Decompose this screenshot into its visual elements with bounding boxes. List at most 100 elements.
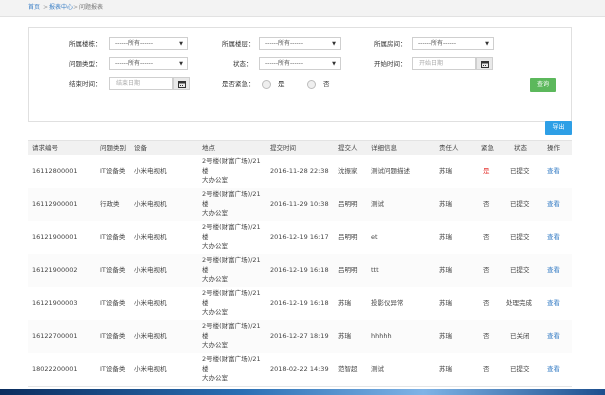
cell-id: 16112800001 (32, 167, 78, 175)
column-header-category: 问题类别 (100, 144, 126, 152)
cell-owner: 苏瑞 (439, 233, 452, 241)
table-row: 16121900001 IT设备类 小米电视机 2号楼(财富广场)/21 楼大办公… (28, 221, 572, 255)
column-header-urgent: 紧急 (481, 144, 494, 152)
table-header: 请求编号 问题类别 设备 地点 提交时间 提交人 详细信息 责任人 紧急 状态 … (28, 140, 572, 156)
export-button[interactable]: 导出 (545, 121, 572, 135)
calendar-icon (481, 61, 489, 68)
chevron-down-icon: ▼ (179, 61, 183, 67)
breadcrumb: 首页 > 报表中心 > 问题报表 (0, 0, 605, 17)
cell-location: 2号楼(财富广场)/21 楼大办公室 (202, 355, 261, 382)
cell-detail: 测试问题描述 (371, 167, 410, 175)
end-date-calendar-button[interactable] (173, 77, 190, 90)
view-link[interactable]: 查看 (547, 200, 560, 208)
start-date-input[interactable]: 开始日期 (412, 57, 476, 70)
cell-time: 2016-12-19 16:18 (270, 266, 329, 274)
cell-category: IT设备类 (100, 233, 126, 241)
urgent-no-radio[interactable] (307, 80, 316, 89)
cell-detail: et (371, 233, 378, 241)
cell-submitter: 苏瑞 (338, 299, 351, 307)
cell-category: IT设备类 (100, 332, 126, 340)
building-select-value: ------所有------ (115, 40, 153, 47)
view-link[interactable]: 查看 (547, 266, 560, 274)
column-header-detail: 详细信息 (371, 144, 397, 152)
breadcrumb-current: 问题报表 (79, 4, 104, 11)
breadcrumb-home[interactable]: 首页 (28, 4, 40, 12)
cell-location: 2号楼(财富广场)/21 楼大办公室 (202, 223, 261, 250)
table-row: 16121900003 IT设备类 小米电视机 2号楼(财富广场)/21 楼大办公… (28, 287, 572, 321)
cell-category: IT设备类 (100, 365, 126, 373)
view-link[interactable]: 查看 (547, 167, 560, 175)
status-select[interactable]: ------所有------ ▼ (259, 57, 341, 70)
breadcrumb-separator: > (43, 4, 49, 11)
chevron-down-icon: ▼ (332, 61, 336, 67)
cell-urgent: 否 (483, 266, 490, 274)
building-label: 所属楼栋： (69, 40, 102, 48)
cell-id: 16121900002 (32, 266, 78, 274)
query-button[interactable]: 查询 (530, 78, 556, 92)
cell-detail: 测试 (371, 200, 384, 208)
view-link[interactable]: 查看 (547, 332, 560, 340)
view-link[interactable]: 查看 (547, 299, 560, 307)
cell-device: 小米电视机 (134, 266, 167, 274)
cell-urgent: 否 (483, 233, 490, 241)
building-select[interactable]: ------所有------ ▼ (109, 37, 188, 50)
column-header-id: 请求编号 (32, 144, 58, 152)
type-select[interactable]: ------所有------ ▼ (109, 57, 188, 70)
end-date-placeholder: 结束日期 (116, 80, 141, 87)
column-header-status: 状态 (514, 144, 527, 152)
cell-submitter: 吕明明 (338, 233, 358, 241)
cell-status: 已提交 (510, 233, 530, 241)
cell-device: 小米电视机 (134, 365, 167, 373)
chevron-down-icon: ▼ (179, 41, 183, 47)
cell-status: 已提交 (510, 167, 530, 175)
start-date-placeholder: 开始日期 (419, 60, 444, 67)
type-select-value: ------所有------ (115, 60, 153, 67)
cell-owner: 苏瑞 (439, 200, 452, 208)
room-select[interactable]: ------所有------ ▼ (412, 37, 494, 50)
cell-location: 2号楼(财富广场)/21 楼大办公室 (202, 190, 261, 217)
breadcrumb-report-center[interactable]: 报表中心 (49, 4, 73, 12)
cell-owner: 苏瑞 (439, 299, 452, 307)
breadcrumb-separator: > (73, 4, 79, 11)
cell-location: 2号楼(财富广场)/21 楼大办公室 (202, 256, 261, 283)
start-date-calendar-button[interactable] (476, 57, 493, 70)
cell-category: IT设备类 (100, 266, 126, 274)
cell-category: IT设备类 (100, 167, 126, 175)
floor-select[interactable]: ------所有------ ▼ (259, 37, 341, 50)
view-link[interactable]: 查看 (547, 233, 560, 241)
column-header-owner: 责任人 (439, 144, 459, 152)
cell-detail: hhhhh (371, 332, 392, 340)
chevron-down-icon: ▼ (485, 41, 489, 47)
column-header-action: 操作 (547, 144, 560, 152)
filter-panel: 所属楼栋： ------所有------ ▼ 所属楼层： ------所有---… (28, 27, 572, 122)
cell-time: 2016-12-19 16:17 (270, 233, 329, 241)
urgent-no-label: 否 (323, 80, 330, 88)
urgent-label: 是否紧急： (222, 80, 255, 88)
type-label: 问题类型： (69, 60, 102, 68)
cell-time: 2016-12-27 18:19 (270, 332, 329, 340)
cell-location: 2号楼(财富广场)/21 楼大办公室 (202, 322, 261, 349)
floor-select-value: ------所有------ (265, 40, 303, 47)
table-row: 16112900001 行政类 小米电视机 2号楼(财富广场)/21 楼大办公室 … (28, 188, 572, 222)
room-label: 所属房间： (374, 40, 407, 48)
cell-category: 行政类 (100, 200, 120, 208)
cell-detail: 测试 (371, 365, 384, 373)
urgent-yes-radio[interactable] (262, 80, 271, 89)
view-link[interactable]: 查看 (547, 365, 560, 373)
cell-urgent: 否 (483, 365, 490, 373)
cell-submitter: 范智超 (338, 365, 358, 373)
cell-urgent: 是 (483, 167, 490, 175)
column-header-time: 提交时间 (270, 144, 296, 152)
cell-urgent: 否 (483, 200, 490, 208)
cell-location: 2号楼(财富广场)/21 楼大办公室 (202, 289, 261, 316)
start-date-label: 开始时间： (374, 60, 407, 68)
column-header-device: 设备 (134, 144, 147, 152)
cell-owner: 苏瑞 (439, 167, 452, 175)
calendar-icon (178, 81, 186, 88)
cell-status: 已提交 (510, 200, 530, 208)
floor-label: 所属楼层： (222, 40, 255, 48)
cell-device: 小米电视机 (134, 200, 167, 208)
end-date-input[interactable]: 结束日期 (109, 77, 173, 90)
status-label: 状态： (233, 60, 253, 68)
table-row: 16121900002 IT设备类 小米电视机 2号楼(财富广场)/21 楼大办公… (28, 254, 572, 288)
